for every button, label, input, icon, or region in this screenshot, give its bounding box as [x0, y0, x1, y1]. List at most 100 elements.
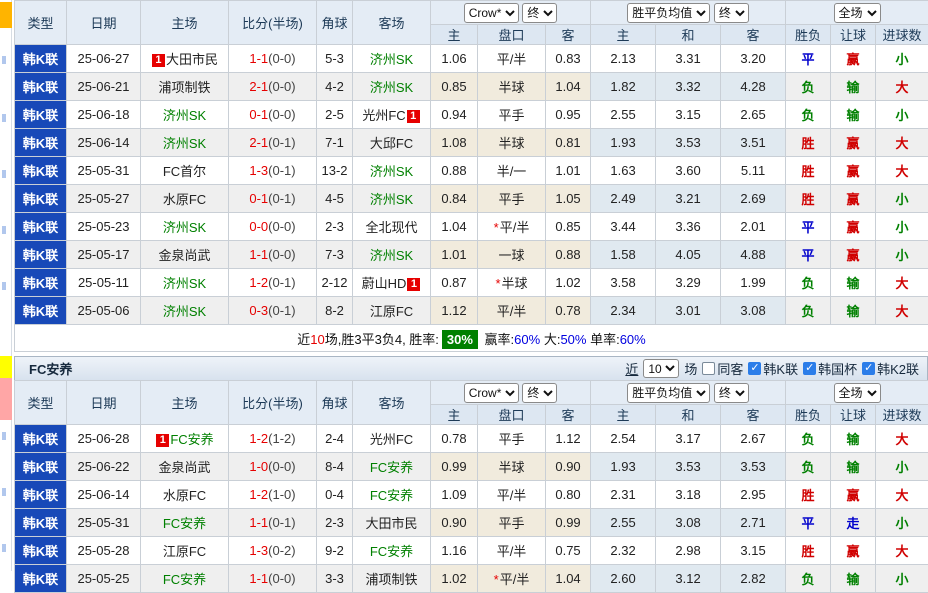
- goals-cell: 大: [876, 73, 928, 101]
- handicap-cell: 半/一: [478, 157, 546, 185]
- handicap-cell: *平/半: [478, 213, 546, 241]
- odds-state-select[interactable]: 终: [522, 3, 557, 23]
- date-cell: 25-05-25: [67, 565, 141, 593]
- adjacent-panel-edge: [0, 0, 12, 571]
- home-team-cell: 济州SK: [141, 297, 229, 325]
- same-away-checkbox[interactable]: [702, 362, 715, 375]
- fc-anyang-history-table: 类型 日期 主场 比分(半场) 角球 客场 Crow* 终 胜平负均值 终 全场: [14, 380, 928, 593]
- away-team-cell: 光州FC: [353, 425, 431, 453]
- avg-away-cell: 3.08: [721, 297, 786, 325]
- goals-cell: 大: [876, 297, 928, 325]
- corners-cell: 2-12: [317, 269, 353, 297]
- home-odds-cell: 1.06: [431, 45, 478, 73]
- avg-draw-cell: 2.98: [656, 537, 721, 565]
- k2-label: 韩K2联: [877, 359, 919, 378]
- col-header-handicap-result: 让球: [831, 25, 876, 45]
- col-header-odds-away: 客: [546, 405, 591, 425]
- bookmaker-select[interactable]: Crow*: [464, 3, 519, 23]
- match-row: 韩K联 25-05-23 济州SK 0-0(0-0) 2-3 全北现代 1.04…: [15, 213, 928, 241]
- avg-draw-cell: 3.17: [656, 425, 721, 453]
- avg-draw-cell: 3.01: [656, 297, 721, 325]
- scope-select[interactable]: 全场: [834, 383, 881, 403]
- date-cell: 25-05-27: [67, 185, 141, 213]
- away-odds-cell: 1.01: [546, 157, 591, 185]
- avg-home-cell: 1.58: [591, 241, 656, 269]
- avg-draw-cell: 3.29: [656, 269, 721, 297]
- corners-cell: 2-5: [317, 101, 353, 129]
- avg-away-cell: 3.51: [721, 129, 786, 157]
- kleague-checkbox[interactable]: [748, 362, 761, 375]
- away-team-cell: 济州SK: [353, 73, 431, 101]
- result-cell: 胜: [786, 157, 831, 185]
- score-cell: 1-1(0-0): [229, 241, 317, 269]
- avg-state-select[interactable]: 终: [714, 383, 749, 403]
- scope-select[interactable]: 全场: [834, 3, 881, 23]
- col-header-score: 比分(半场): [229, 381, 317, 425]
- league-filter-kleague[interactable]: 韩K联: [748, 359, 798, 378]
- away-team-cell: 全北现代: [353, 213, 431, 241]
- avg-draw-cell: 3.53: [656, 129, 721, 157]
- league-filter-k2[interactable]: 韩K2联: [862, 359, 919, 378]
- col-header-away: 客场: [353, 381, 431, 425]
- home-team-cell: 金泉尚武: [141, 241, 229, 269]
- bookmaker-select[interactable]: Crow*: [464, 383, 519, 403]
- score-cell: 1-2(1-0): [229, 481, 317, 509]
- handicap-cell: 平手: [478, 509, 546, 537]
- league-filter-korean-cup[interactable]: 韩国杯: [803, 359, 857, 378]
- avg-draw-cell: 3.36: [656, 213, 721, 241]
- match-row: 韩K联 25-05-11 济州SK 1-2(0-1) 2-12 蔚山HD1 0.…: [15, 269, 928, 297]
- handicap-cell: 半球: [478, 73, 546, 101]
- league-cell: 韩K联: [15, 297, 67, 325]
- avg-away-cell: 2.01: [721, 213, 786, 241]
- scope-dropdown-group: 全场: [786, 1, 928, 25]
- col-header-corners: 角球: [317, 1, 353, 45]
- avg-type-select[interactable]: 胜平负均值: [627, 3, 710, 23]
- score-cell: 1-1(0-1): [229, 509, 317, 537]
- result-cell: 负: [786, 101, 831, 129]
- away-team-cell: 济州SK: [353, 45, 431, 73]
- avg-away-cell: 4.28: [721, 73, 786, 101]
- home-odds-cell: 1.09: [431, 481, 478, 509]
- avg-home-cell: 2.31: [591, 481, 656, 509]
- recent-label[interactable]: 近: [625, 359, 638, 378]
- korean-cup-checkbox[interactable]: [803, 362, 816, 375]
- home-odds-cell: 1.16: [431, 537, 478, 565]
- result-cell: 负: [786, 425, 831, 453]
- away-odds-cell: 0.90: [546, 453, 591, 481]
- handicap-result-cell: 输: [831, 565, 876, 593]
- corners-cell: 8-2: [317, 297, 353, 325]
- away-odds-cell: 1.12: [546, 425, 591, 453]
- home-team-cell: 1FC安养: [141, 425, 229, 453]
- goals-cell: 小: [876, 213, 928, 241]
- avg-draw-cell: 3.21: [656, 185, 721, 213]
- avg-type-select[interactable]: 胜平负均值: [627, 383, 710, 403]
- odds-state-select[interactable]: 终: [522, 383, 557, 403]
- corners-cell: 4-2: [317, 73, 353, 101]
- avg-dropdown-group: 胜平负均值 终: [591, 381, 786, 405]
- score-cell: 0-1(0-0): [229, 101, 317, 129]
- away-odds-cell: 0.85: [546, 213, 591, 241]
- home-odds-cell: 0.84: [431, 185, 478, 213]
- handicap-cell: 平/半: [478, 537, 546, 565]
- avg-state-select[interactable]: 终: [714, 3, 749, 23]
- date-cell: 25-05-31: [67, 157, 141, 185]
- away-odds-cell: 0.81: [546, 129, 591, 157]
- match-row: 韩K联 25-06-22 金泉尚武 1-0(0-0) 8-4 FC安养 0.99…: [15, 453, 928, 481]
- match-row: 韩K联 25-05-17 金泉尚武 1-1(0-0) 7-3 济州SK 1.01…: [15, 241, 928, 269]
- goals-cell: 小: [876, 101, 928, 129]
- handicap-cell: *平/半: [478, 565, 546, 593]
- match-row: 韩K联 25-06-14 济州SK 2-1(0-1) 7-1 大邱FC 1.08…: [15, 129, 928, 157]
- league-cell: 韩K联: [15, 241, 67, 269]
- k2-checkbox[interactable]: [862, 362, 875, 375]
- match-row: 韩K联 25-06-28 1FC安养 1-2(1-2) 2-4 光州FC 0.7…: [15, 425, 928, 453]
- same-away-filter[interactable]: 同客: [702, 359, 743, 378]
- date-cell: 25-05-28: [67, 537, 141, 565]
- corners-cell: 2-4: [317, 425, 353, 453]
- recent-count-select[interactable]: 10: [643, 359, 679, 378]
- date-cell: 25-06-28: [67, 425, 141, 453]
- home-team-cell: 济州SK: [141, 129, 229, 157]
- result-cell: 平: [786, 45, 831, 73]
- goals-cell: 大: [876, 425, 928, 453]
- avg-home-cell: 2.13: [591, 45, 656, 73]
- home-odds-cell: 1.08: [431, 129, 478, 157]
